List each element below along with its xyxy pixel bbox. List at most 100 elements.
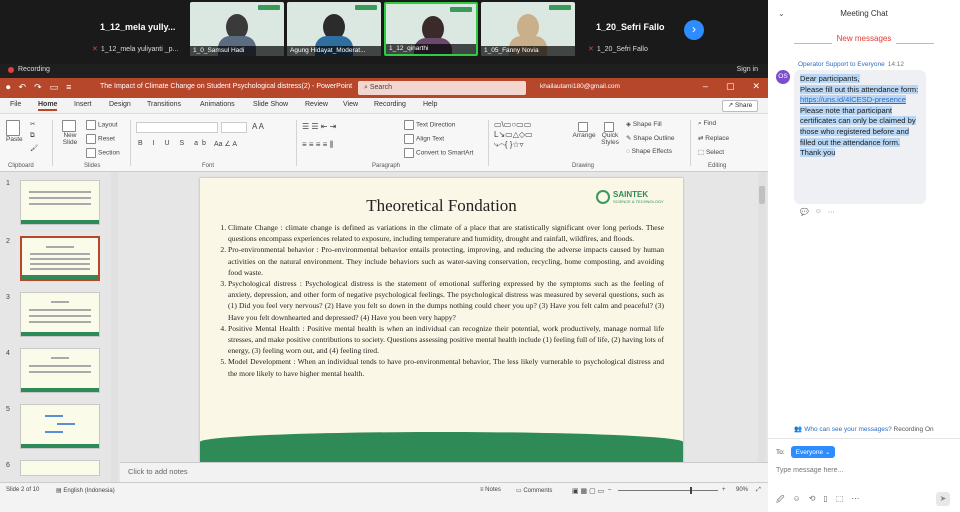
- reply-icon[interactable]: 💬: [800, 208, 809, 216]
- tab-transitions[interactable]: Transitions: [147, 101, 181, 108]
- tab-view[interactable]: View: [343, 101, 358, 108]
- recording-indicator: Recording: [8, 66, 50, 73]
- font-family-select[interactable]: [136, 122, 218, 133]
- align-icons[interactable]: ≡ ≡ ≡ ≡ ⫼: [302, 140, 333, 150]
- shape-effects-button[interactable]: ◌ Shape Effects: [626, 148, 672, 155]
- slide-thumbnail[interactable]: [20, 292, 100, 337]
- close-icon[interactable]: ✕: [752, 81, 760, 92]
- record-icon[interactable]: ⏺: [6, 82, 11, 93]
- account-email[interactable]: khailautami180@gmail.com: [540, 83, 620, 90]
- emoji-icon[interactable]: ☺: [815, 208, 822, 216]
- next-page-button[interactable]: ›: [684, 20, 704, 40]
- slide-thumbnail[interactable]: [20, 348, 100, 393]
- tab-design[interactable]: Design: [109, 101, 131, 108]
- tab-file[interactable]: File: [10, 101, 21, 108]
- tab-insert[interactable]: Insert: [74, 101, 92, 108]
- language-status[interactable]: ▤ English (Indonesia): [56, 487, 115, 494]
- section-button[interactable]: Section: [86, 148, 120, 158]
- emoji-icon[interactable]: ☺: [793, 494, 801, 508]
- layout-button[interactable]: Layout: [86, 120, 118, 130]
- grow-font-icon[interactable]: A A: [252, 122, 264, 131]
- tab-home[interactable]: Home: [38, 101, 58, 111]
- font-style-buttons[interactable]: B I U S ab: [138, 140, 210, 147]
- zoom-participant-strip: 1_12_mela yully... ✕ 1_12_mela yuliyanti …: [0, 0, 768, 64]
- message-time: 14:12: [887, 61, 904, 68]
- text-direction-button[interactable]: Text Direction: [404, 120, 455, 130]
- participant-video[interactable]: Agung Hidayat_Moderat...: [287, 2, 381, 56]
- slideshow-icon[interactable]: ▭: [50, 82, 59, 93]
- notes-pane[interactable]: Click to add notes: [120, 462, 768, 482]
- clipboard-icon: [6, 120, 21, 136]
- format-painter-icon[interactable]: 🖌: [30, 144, 38, 152]
- select-button[interactable]: ⬚ Select: [698, 148, 724, 156]
- slide-thumbnail[interactable]: [20, 460, 100, 476]
- more-icon[interactable]: ⋯: [828, 208, 835, 216]
- redo-icon[interactable]: ↷: [34, 82, 42, 93]
- send-button[interactable]: ➤: [936, 492, 950, 506]
- bullets-icon[interactable]: ☰ ☰ ⇤ ⇥: [302, 122, 336, 131]
- sign-in-link[interactable]: Sign in: [737, 66, 758, 73]
- shapes-gallery[interactable]: ▭\▭○▭▭ L↘▭△◇▭ ⤷⌒{ }☆▿: [494, 120, 533, 150]
- reset-icon: [86, 134, 96, 144]
- replace-button[interactable]: ⇄ Replace: [698, 134, 729, 142]
- participant-video[interactable]: 1_0_Samsul Hadi: [190, 2, 284, 56]
- align-text-button[interactable]: Align Text: [404, 134, 444, 144]
- slide-thumbnail[interactable]: [20, 180, 100, 225]
- font-color-icon[interactable]: Aa ∠ A: [214, 140, 237, 148]
- format-icon[interactable]: 🖉: [776, 494, 785, 508]
- zoom-slider-thumb[interactable]: [690, 487, 692, 494]
- minimize-icon[interactable]: –: [703, 81, 708, 92]
- slide-thumbnail-selected[interactable]: [20, 236, 100, 281]
- tab-help[interactable]: Help: [423, 101, 437, 108]
- tab-review[interactable]: Review: [305, 101, 328, 108]
- quick-styles-button[interactable]: Quick Styles: [598, 122, 622, 146]
- thumb-number: 6: [6, 462, 10, 469]
- shape-outline-button[interactable]: ✎ Shape Outline: [626, 134, 674, 142]
- participant-video[interactable]: 1_05_Fanny Novia: [481, 2, 575, 56]
- tab-recording[interactable]: Recording: [374, 101, 406, 108]
- find-button[interactable]: ⌕ Find: [698, 120, 716, 128]
- zoom-level[interactable]: 90%: [736, 487, 748, 493]
- copy-icon[interactable]: ⧉: [30, 132, 35, 140]
- attendance-link[interactable]: https://uns.id/4lCESD-presence: [800, 95, 906, 105]
- slide-thumbnail[interactable]: [20, 404, 100, 449]
- notes-toggle[interactable]: ≡ Notes: [480, 487, 501, 493]
- paste-button[interactable]: Paste: [6, 120, 23, 143]
- zoom-out-icon[interactable]: –: [608, 487, 611, 493]
- cut-icon[interactable]: ✂: [30, 120, 35, 128]
- tab-slide-show[interactable]: Slide Show: [253, 101, 288, 108]
- zoom-slider[interactable]: [618, 490, 718, 491]
- view-buttons[interactable]: ▣ ▦ ▢ ▭: [572, 487, 604, 495]
- zoom-in-icon[interactable]: +: [722, 487, 726, 493]
- slide-scrollbar[interactable]: [758, 172, 766, 462]
- slide-body-text[interactable]: Climate Change : climate change is defin…: [214, 222, 664, 379]
- visibility-notice[interactable]: 👥 Who can see your messages? Recording O…: [768, 425, 960, 433]
- search-input[interactable]: ⌕ Search: [358, 81, 526, 95]
- participant-video-active[interactable]: 1_12_qinarthi: [384, 2, 478, 56]
- slide-canvas[interactable]: Theoretical Fondation SAINTEK SCIENCE & T…: [200, 178, 683, 462]
- maximize-icon[interactable]: ▢: [726, 81, 735, 92]
- convert-smartart-button[interactable]: Convert to SmartArt: [404, 148, 473, 158]
- more-icon[interactable]: ⋯: [851, 494, 859, 508]
- scroll-thumb[interactable]: [759, 186, 765, 204]
- thumbnail-scrollbar[interactable]: [111, 172, 118, 482]
- share-button[interactable]: ↗ Share: [722, 100, 758, 112]
- message-input[interactable]: [776, 463, 946, 477]
- undo-icon[interactable]: ↶: [19, 82, 27, 93]
- arrange-button[interactable]: Arrange: [572, 122, 596, 139]
- gif-icon[interactable]: ⟲: [809, 494, 816, 508]
- reset-button[interactable]: Reset: [86, 134, 115, 144]
- customize-icon[interactable]: ≡: [66, 82, 71, 93]
- new-slide-button[interactable]: New Slide: [58, 120, 82, 146]
- comments-toggle[interactable]: ▭ Comments: [516, 487, 552, 494]
- shape-fill-button[interactable]: ◈ Shape Fill: [626, 120, 662, 128]
- group-label-drawing: Drawing: [572, 163, 595, 169]
- screenshot-icon[interactable]: ⬚: [836, 494, 844, 508]
- chat-message[interactable]: Dear participants, Please fill out this …: [794, 70, 926, 204]
- file-icon[interactable]: ▯: [823, 494, 827, 508]
- participant-subname: ✕ 1_12_mela yuliyanti _p...: [92, 45, 179, 54]
- fit-slide-icon[interactable]: ⤢: [756, 487, 761, 494]
- tab-animations[interactable]: Animations: [200, 101, 235, 108]
- font-size-select[interactable]: [221, 122, 247, 133]
- recipient-select[interactable]: Everyone ⌄: [790, 446, 836, 458]
